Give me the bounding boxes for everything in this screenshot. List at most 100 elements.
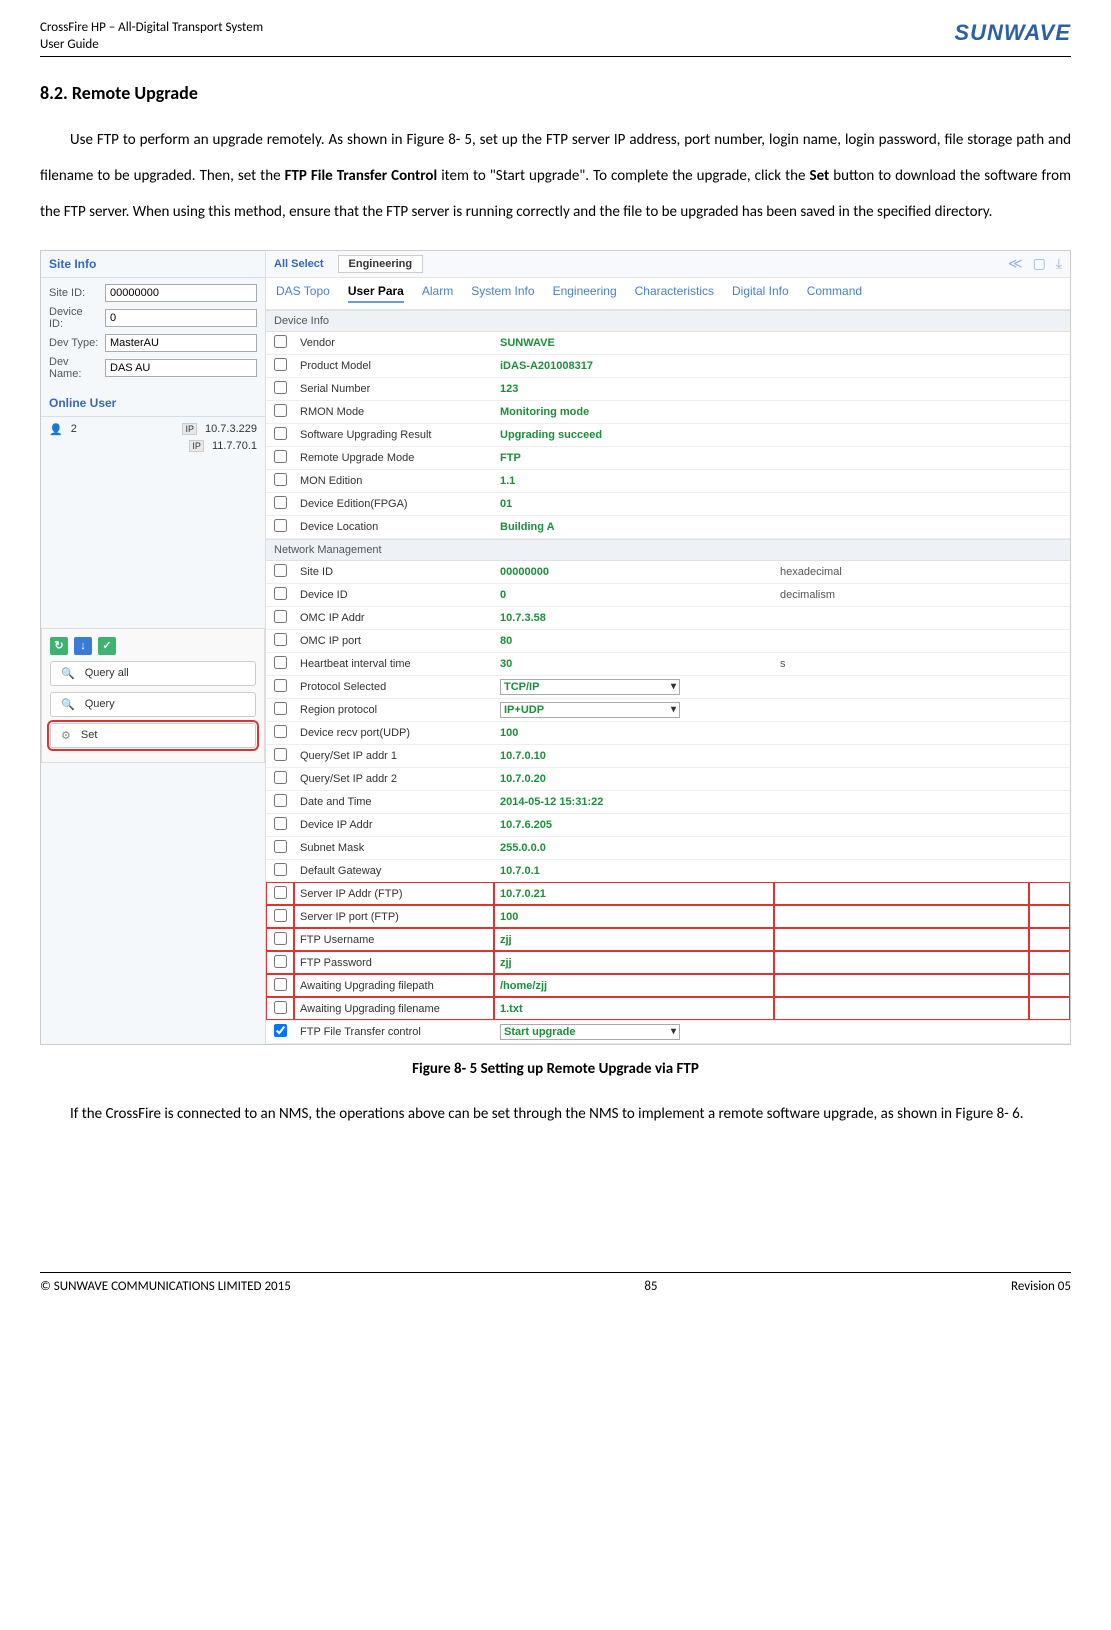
row-checkbox[interactable]	[274, 656, 287, 669]
param-extra	[774, 515, 922, 538]
refresh-icon[interactable]: ↻	[50, 637, 68, 655]
user-icon: 👤	[49, 423, 63, 436]
param-name: RMON Mode	[294, 400, 494, 423]
row-checkbox[interactable]	[274, 633, 287, 646]
row-checkbox[interactable]	[274, 1024, 287, 1037]
row-checkbox[interactable]	[274, 679, 287, 692]
table-row: Awaiting Upgrading filename1.txt	[266, 997, 1070, 1020]
param-name: Protocol Selected	[294, 675, 494, 698]
param-extra	[774, 859, 1029, 882]
row-checkbox[interactable]	[274, 381, 287, 394]
param-extra: s	[774, 652, 1029, 675]
param-extra	[774, 492, 922, 515]
param-value: zjj	[494, 928, 774, 951]
tab-command[interactable]: Command	[807, 284, 862, 303]
row-checkbox[interactable]	[274, 702, 287, 715]
table-row: FTP Usernamezjj	[266, 928, 1070, 951]
engineering-tag[interactable]: Engineering	[338, 255, 424, 273]
dev-name-input[interactable]	[105, 359, 257, 377]
tab-das-topo[interactable]: DAS Topo	[276, 284, 330, 303]
param-extra	[774, 836, 1029, 859]
param-extra	[774, 400, 922, 423]
row-checkbox[interactable]	[274, 725, 287, 738]
dev-type-input[interactable]	[105, 334, 257, 352]
param-value: 01	[494, 492, 774, 515]
tab-digital-info[interactable]: Digital Info	[732, 284, 789, 303]
tab-system-info[interactable]: System Info	[471, 284, 534, 303]
select-box[interactable]: TCP/IP▾	[500, 679, 680, 695]
tab-characteristics[interactable]: Characteristics	[635, 284, 714, 303]
header-title-line2: User Guide	[40, 37, 263, 54]
row-checkbox[interactable]	[274, 886, 287, 899]
table-row: Site ID00000000hexadecimal	[266, 561, 1070, 584]
param-extra: decimalism	[774, 583, 1029, 606]
download-icon[interactable]: ↓	[74, 637, 92, 655]
header-left: CrossFire HP – All-Digital Transport Sys…	[40, 20, 263, 54]
param-name: FTP Password	[294, 951, 494, 974]
row-checkbox[interactable]	[274, 955, 287, 968]
param-value: 10.7.0.21	[494, 882, 774, 905]
row-checkbox[interactable]	[274, 335, 287, 348]
query-button[interactable]: 🔍 Query	[50, 692, 256, 717]
site-id-input[interactable]	[105, 284, 257, 302]
query-all-button[interactable]: 🔍 Query all	[50, 661, 256, 686]
row-checkbox[interactable]	[274, 587, 287, 600]
download-top-icon[interactable]: ⤓	[1056, 255, 1062, 272]
row-checkbox[interactable]	[274, 473, 287, 486]
param-extra	[774, 332, 922, 355]
page-header: CrossFire HP – All-Digital Transport Sys…	[40, 20, 1071, 57]
chevron-down-icon: ▾	[671, 704, 676, 715]
param-name: Remote Upgrade Mode	[294, 446, 494, 469]
row-checkbox[interactable]	[274, 519, 287, 532]
row-checkbox[interactable]	[274, 771, 287, 784]
param-name: Software Upgrading Result	[294, 423, 494, 446]
check-icon[interactable]: ✓	[98, 637, 116, 655]
param-value: /home/zjj	[494, 974, 774, 997]
row-checkbox[interactable]	[274, 564, 287, 577]
table-row: Default Gateway10.7.0.1	[266, 859, 1070, 882]
row-checkbox[interactable]	[274, 450, 287, 463]
row-checkbox[interactable]	[274, 978, 287, 991]
expand-icon[interactable]: ▢	[1033, 255, 1046, 272]
row-checkbox[interactable]	[274, 404, 287, 417]
row-checkbox[interactable]	[274, 496, 287, 509]
intro-paragraph: Use FTP to perform an upgrade remotely. …	[40, 122, 1071, 230]
sidebar: Site Info Site ID: Device ID: Dev Type: …	[41, 251, 266, 1044]
param-value: 30	[494, 652, 774, 675]
param-extra	[774, 446, 922, 469]
param-value: FTP	[494, 446, 774, 469]
set-label: Set	[81, 729, 98, 741]
param-extra	[774, 790, 1029, 813]
p1-c: item to "Start upgrade". To complete the…	[437, 167, 809, 185]
param-name: Default Gateway	[294, 859, 494, 882]
row-checkbox[interactable]	[274, 932, 287, 945]
row-checkbox[interactable]	[274, 863, 287, 876]
param-name: Vendor	[294, 332, 494, 355]
row-checkbox[interactable]	[274, 748, 287, 761]
row-checkbox[interactable]	[274, 794, 287, 807]
param-value: 80	[494, 629, 774, 652]
share-icon[interactable]: ≪	[1008, 255, 1023, 272]
row-checkbox[interactable]	[274, 817, 287, 830]
tab-user-para[interactable]: User Para	[348, 284, 404, 303]
select-box[interactable]: IP+UDP▾	[500, 702, 680, 718]
table-row: Region protocolIP+UDP▾	[266, 698, 1070, 721]
online-count: 2	[71, 423, 77, 435]
row-checkbox[interactable]	[274, 610, 287, 623]
select-box[interactable]: Start upgrade▾	[500, 1024, 680, 1040]
row-checkbox[interactable]	[274, 909, 287, 922]
row-checkbox[interactable]	[274, 840, 287, 853]
param-extra	[774, 469, 922, 492]
param-extra	[774, 354, 922, 377]
brand-logo: SUNWAVE	[954, 20, 1071, 46]
row-checkbox[interactable]	[274, 358, 287, 371]
tab-engineering[interactable]: Engineering	[553, 284, 617, 303]
footer-right: Revision 05	[1011, 1279, 1071, 1294]
set-button[interactable]: ⚙ Set	[50, 723, 256, 748]
row-checkbox[interactable]	[274, 1001, 287, 1014]
all-select-link[interactable]: All Select	[274, 258, 324, 270]
param-extra	[774, 744, 1029, 767]
row-checkbox[interactable]	[274, 427, 287, 440]
device-id-input[interactable]	[105, 309, 257, 327]
tab-alarm[interactable]: Alarm	[422, 284, 453, 303]
